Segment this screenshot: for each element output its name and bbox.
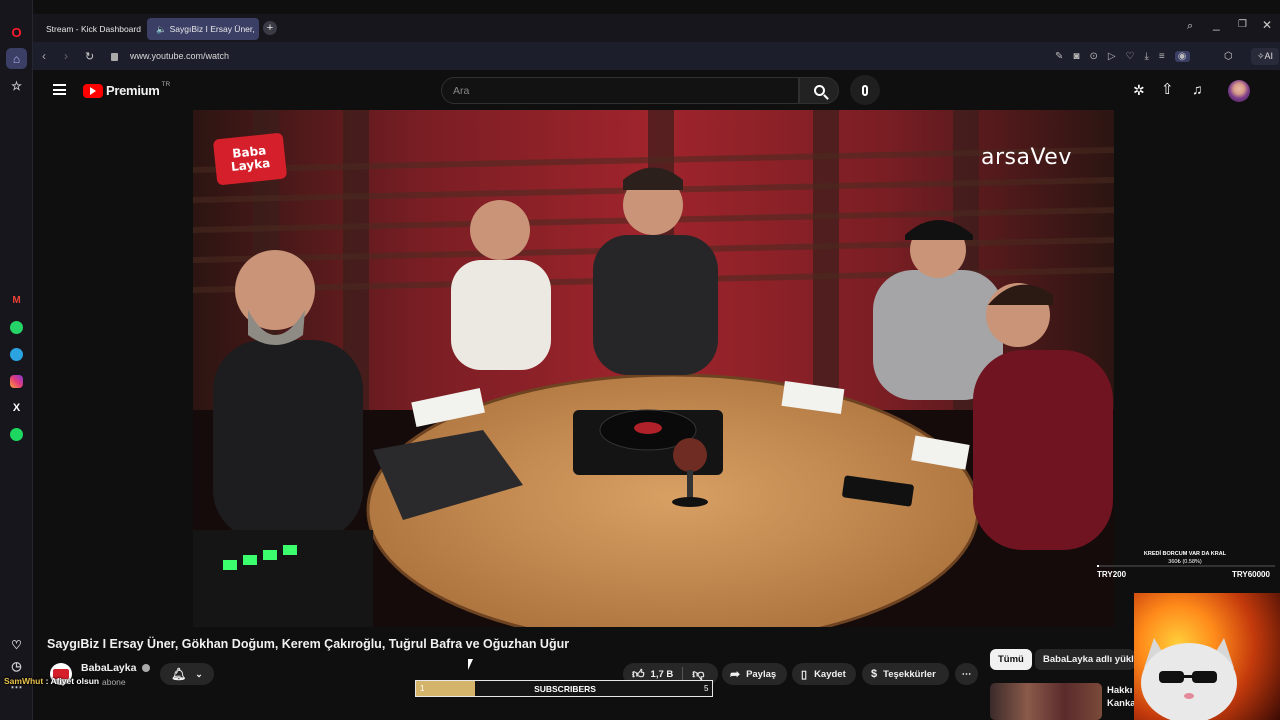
ai-button[interactable]: ✧AI [1251,47,1280,65]
webcam-overlay [1134,593,1280,720]
country-code: TR [161,81,171,88]
tab-bar: Stream - Kick Dashboard 🔈 SaygıBiz I Ers… [33,14,1280,42]
more-actions-button[interactable]: ⋯ [955,663,978,685]
speaker-icon[interactable]: 🔈 [156,24,167,35]
goal-title: KREDİ BORCUM VAR DA KRAL [1143,551,1227,557]
hamburger-menu-icon[interactable] [53,84,66,95]
x-icon[interactable]: X [6,397,27,418]
camera-icon[interactable]: ◙ [1073,51,1079,62]
related-thumbnail[interactable] [990,683,1102,720]
voice-search-button[interactable] [850,75,880,105]
home-icon[interactable]: ⌂ [6,48,27,69]
video-title: SaygıBiz I Ersay Üner, Gökhan Doğum, Ker… [47,637,570,651]
history-icon[interactable]: ◷ [6,655,27,676]
chip-all[interactable]: Tümü [990,649,1032,670]
subscribers-goal-bar: 1 SUBSCRIBERS 5 [415,680,713,697]
opera-logo-icon[interactable]: O [6,22,27,43]
profile-icon[interactable]: ◉ [1174,50,1190,62]
heart-icon[interactable]: ♡ [6,634,27,655]
tab-youtube[interactable]: 🔈 SaygıBiz I Ersay Üner, [147,18,259,40]
upload-icon[interactable]: ⇧ [1161,80,1174,98]
minimize-button[interactable]: _ [1213,17,1220,31]
thumbs-down-icon: 👎︎ [692,666,705,681]
heart-icon[interactable]: ♡ [1126,51,1135,62]
save-button[interactable]: ▯ Kaydet [792,663,856,685]
donation-goal-widget: KREDİ BORCUM VAR DA KRAL 360₺ (0.58%) TR… [1095,550,1280,582]
related-title[interactable]: Hakkı Kanka [1107,684,1136,710]
subscribe-notification-button[interactable]: 🔔︎ ⌄ [160,663,214,685]
lock-icon [111,53,118,61]
subscribers-end: 5 [704,684,709,693]
youtube-play-icon [83,83,103,98]
babalayka-logo: Baba Layka [212,132,288,186]
goal-max: TRY60000 [1232,570,1270,579]
subscriber-count: abone [102,677,126,687]
video-frame [193,110,1114,627]
subscribers-label: SUBSCRIBERS [534,684,596,694]
search-icon [813,85,829,100]
share-icon: ➦ [730,667,741,681]
bookmark-icon: ▯ [801,668,808,681]
browser-sidebar: O ⌂ ☆ M X ♡ ◷ ⋯ [0,0,33,720]
premium-label: Premium [106,83,160,98]
chat-user: SamWhut [4,676,44,686]
menu-icon[interactable]: ≡ [1159,51,1165,62]
verified-icon [142,664,151,673]
search-input[interactable]: Ara [441,77,799,104]
create-icon[interactable]: ✲ [1133,82,1145,99]
video-player[interactable]: Baba Layka arsaVev [193,110,1114,627]
edit-icon[interactable]: ✎ [1055,51,1063,62]
goal-progress-track [1097,565,1275,567]
mouse-cursor [468,659,473,670]
notifications-bell-icon[interactable]: ♫ [1192,81,1203,97]
share-button[interactable]: ➦ Paylaş [722,663,787,685]
cat-image [1141,638,1237,720]
gmail-icon[interactable]: M [6,290,27,311]
shield-icon[interactable]: ⊙ [1089,51,1097,62]
tab-search-icon[interactable]: ⌕ [1187,20,1193,33]
thanks-icon: $ [871,668,878,680]
chat-message: SamWhut : Afiyet olsun [4,676,100,686]
chat-text: Afiyet olsun [50,676,100,686]
youtube-logo[interactable]: Premium TR [83,81,171,98]
more-vertical-icon: ⋯ [961,668,972,680]
search-button[interactable] [799,77,839,104]
tab-title: SaygıBiz I Ersay Üner, [169,24,255,34]
url-text[interactable]: www.youtube.com/watch [130,51,229,61]
youtube-header: Premium TR Ara ✲ ⇧ ♫ [33,72,1280,110]
tab-kick-dashboard[interactable]: Stream - Kick Dashboard [35,18,145,40]
whatsapp-icon[interactable] [6,317,27,338]
spotify-icon[interactable] [6,424,27,445]
back-icon[interactable]: ‹ [42,49,46,63]
address-bar: ‹ › ↻ www.youtube.com/watch ✎ ◙ ⊙ ▷ ♡ ⤓ … [33,42,1280,70]
microphone-icon [862,84,868,96]
search-placeholder: Ara [453,85,470,97]
forward-icon[interactable]: › [64,49,68,63]
arsavev-logo: arsaVev [981,145,1072,170]
download-icon[interactable]: ⤓ [1145,51,1149,62]
play-icon[interactable]: ▷ [1108,51,1116,62]
goal-min: TRY200 [1097,570,1127,579]
telegram-icon[interactable] [6,344,27,365]
goal-progress-fill [1097,565,1099,567]
restore-button[interactable]: ❐ [1238,19,1247,30]
tab-title: Stream - Kick Dashboard [46,24,141,34]
instagram-icon[interactable] [6,371,27,392]
close-window-button[interactable]: ✕ [1262,18,1272,32]
channel-name[interactable]: BabaLayka [81,662,151,674]
star-icon[interactable]: ☆ [6,75,27,96]
new-tab-button[interactable]: + [263,21,277,35]
extension-icon[interactable]: ⬡ [1224,51,1233,62]
chip-channel[interactable]: BabaLayka adlı yükley [1035,649,1135,670]
avatar[interactable] [1228,80,1250,102]
reload-icon[interactable]: ↻ [85,50,94,63]
thanks-button[interactable]: $ Teşekkürler [862,663,949,685]
bell-icon: 🔔︎ [171,667,187,681]
chevron-down-icon: ⌄ [195,668,203,679]
